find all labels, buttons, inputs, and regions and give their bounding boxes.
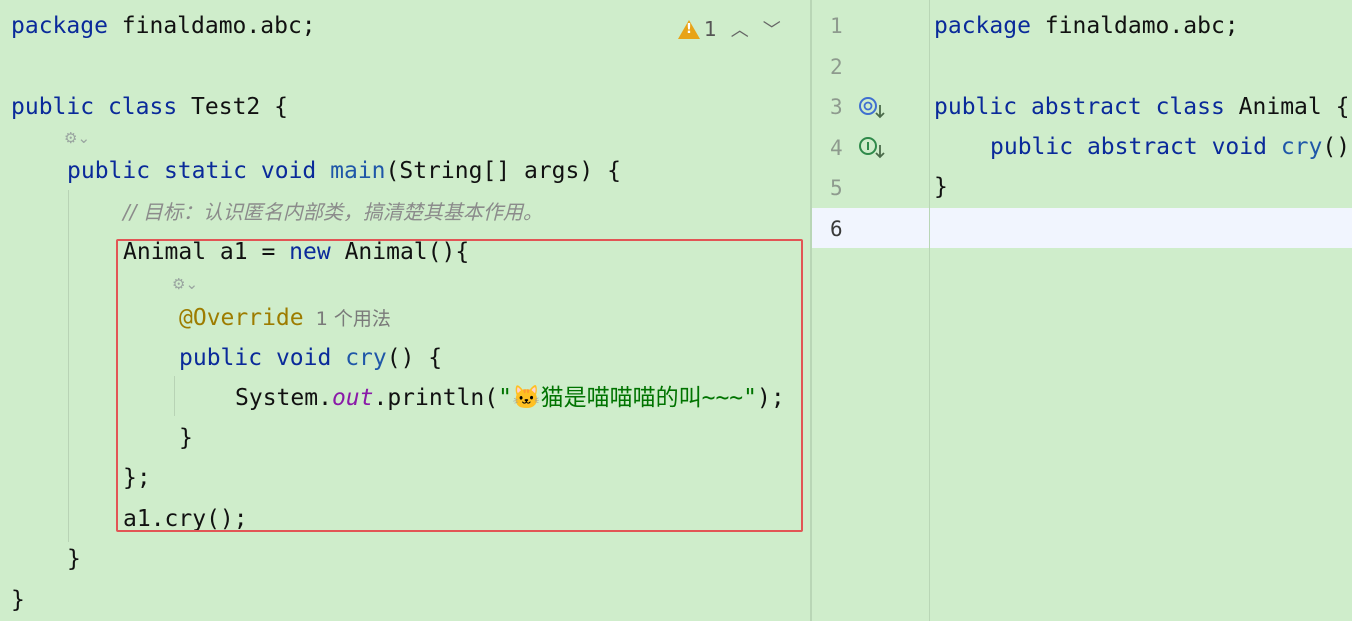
code-token: static [163,158,261,184]
code-token: } [67,546,81,572]
code-line[interactable]: public abstract void cry(); [990,127,1352,167]
code-line[interactable]: public abstract class Animal { [934,87,1349,127]
code-token: (); [1322,134,1352,160]
right-editor-pane[interactable]: 123456 package finaldamo.abc; public abst… [812,0,1352,621]
code-token: finaldamo.abc; [121,13,316,39]
line-number[interactable]: 1 [830,6,860,46]
code-token: // 目标：认识匿名内部类，搞清楚其基本作用。 [123,200,543,224]
code-line[interactable]: public static void main(String[] args) { [67,151,621,191]
chevron-up-icon[interactable]: ︿ [731,16,749,42]
code-token: abstract [1030,94,1156,120]
code-token: finaldamo.abc; [1044,13,1239,39]
implementing-icon[interactable] [858,135,886,161]
code-line[interactable]: } [934,167,948,207]
line-number[interactable]: 2 [830,47,860,87]
code-token: public [990,134,1087,160]
line-number[interactable]: 6 [830,209,860,249]
code-token: } [11,587,25,613]
warning-triangle-icon: ! [678,19,700,39]
line-number-gutter[interactable]: 123456 [812,0,930,621]
warning-indicator[interactable]: ! 1 [678,17,717,41]
inspection-widget[interactable]: ! 1 ︿ ﹀ [678,14,781,44]
code-line[interactable]: } [67,539,81,579]
code-line[interactable]: public class Test2 { [11,87,288,127]
implemented-icon[interactable] [858,95,886,121]
code-token: class [107,94,192,120]
code-token: Test2 { [191,94,288,120]
code-line[interactable]: package finaldamo.abc; [11,6,316,46]
gutter-divider [929,0,930,621]
code-line[interactable]: } [11,580,25,620]
warning-count: 1 [704,17,717,41]
line-number[interactable]: 3 [830,87,860,127]
code-token: class [1155,94,1239,120]
code-token: public [11,94,108,120]
line-number[interactable]: 4 [830,128,860,168]
code-token: } [934,174,948,200]
code-token: cry [1280,134,1323,160]
code-line[interactable]: package finaldamo.abc; [934,6,1239,46]
code-token: public [934,94,1031,120]
code-token: Animal { [1238,94,1350,120]
code-token: void [1211,134,1281,160]
code-token: public [67,158,164,184]
code-token: abstract [1086,134,1212,160]
code-token: main [330,158,386,184]
highlight-box [116,239,803,532]
left-editor-pane[interactable]: ! 1 ︿ ﹀ ⚙︎⌄ ⚙︎⌄ package finaldamo.abc; pu… [0,0,810,621]
code-token: void [260,158,331,184]
line-number[interactable]: 5 [830,168,860,208]
code-line[interactable]: // 目标：认识匿名内部类，搞清楚其基本作用。 [123,192,543,232]
inlay-settings-icon[interactable]: ⚙︎⌄ [64,128,90,148]
chevron-down-icon[interactable]: ﹀ [763,16,781,42]
indent-guide [68,190,69,542]
code-token: package [934,13,1045,39]
code-token: package [11,13,122,39]
code-token: (String[] args) { [385,158,621,184]
